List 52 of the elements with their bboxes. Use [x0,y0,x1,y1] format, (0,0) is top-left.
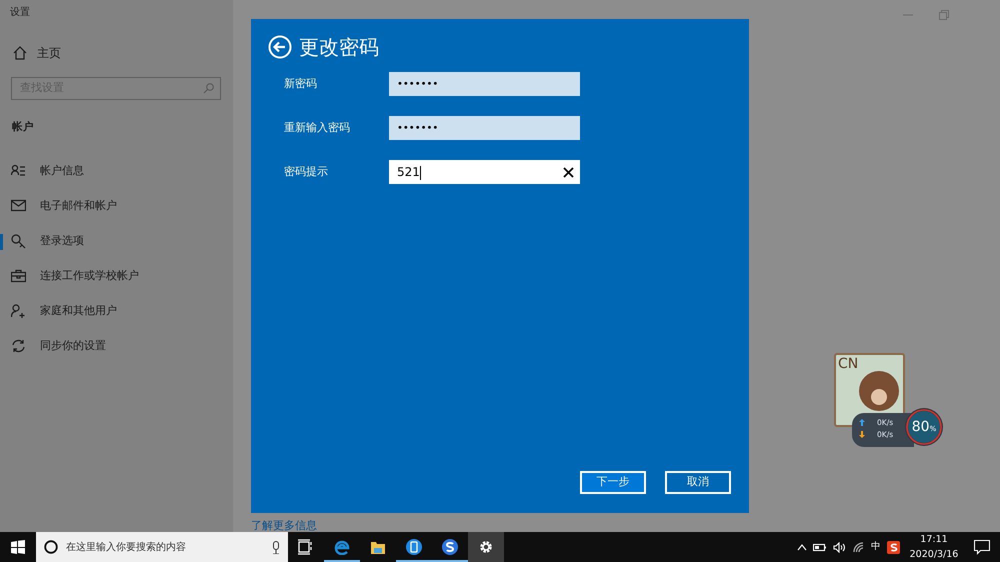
password-field[interactable]: ••••••• [389,72,580,96]
back-icon[interactable] [268,35,292,59]
dialog-title: 更改密码 [299,34,379,61]
task-view-icon [298,539,314,555]
cancel-button[interactable]: 取消 [665,471,731,494]
person-add-icon [11,304,26,319]
sidebar-item[interactable]: 连接工作或学校帐户 [0,259,233,294]
window-title: 设置 [9,6,31,20]
chevron-up-icon[interactable] [797,543,807,551]
briefcase-icon [11,269,26,284]
wifi-icon[interactable] [853,542,865,552]
sogou-ime-icon[interactable] [887,540,900,554]
edge-icon [334,539,350,555]
microphone-icon[interactable] [272,540,280,554]
search-icon [203,83,214,94]
volume-icon[interactable] [833,542,847,552]
sync-icon [11,339,26,354]
windows-logo-icon [11,540,25,554]
usage-ring [904,407,944,447]
mail-icon [11,199,26,214]
home-link[interactable]: 主页 [0,40,233,66]
download-arrow-icon [859,431,865,438]
field-label: 密码提示 [283,164,329,180]
settings-icon [478,539,494,555]
clock[interactable]: 17:11 2020/3/16 [906,532,962,562]
search-placeholder: 在这里输入你要搜索的内容 [66,540,187,554]
folder-icon [370,539,386,555]
learn-more-link[interactable]: 了解更多信息 [251,520,317,532]
sogou-icon [442,539,458,555]
sidebar-item[interactable]: 登录选项 [0,224,233,259]
password-field[interactable]: ••••••• [389,116,580,140]
input-field[interactable]: 521 [389,160,580,184]
field-label: 重新输入密码 [283,120,351,136]
next-button[interactable]: 下一步 [580,471,646,494]
taskbar-search-field[interactable]: 在这里输入你要搜索的内容 [36,532,288,562]
cortana-icon [44,540,58,554]
notification-icon[interactable] [974,540,990,554]
section-heading: 帐户 [12,121,34,133]
taskbar-app-button[interactable] [468,532,504,562]
input-method-indicator[interactable]: 中 [871,540,881,554]
sidebar-item[interactable]: 家庭和其他用户 [0,294,233,329]
battery-icon[interactable] [813,542,827,552]
field-label: 新密码 [283,76,318,92]
sidebar-item[interactable]: 帐户信息 [0,154,233,189]
key-icon [11,234,26,249]
sidebar-item[interactable]: 电子邮件和帐户 [0,189,233,224]
phone-icon [406,539,422,555]
home-icon [13,46,27,60]
upload-arrow-icon [859,419,865,426]
region-label: CN [838,357,858,372]
sidebar-item[interactable]: 同步你的设置 [0,329,233,364]
clear-icon[interactable] [563,166,574,178]
